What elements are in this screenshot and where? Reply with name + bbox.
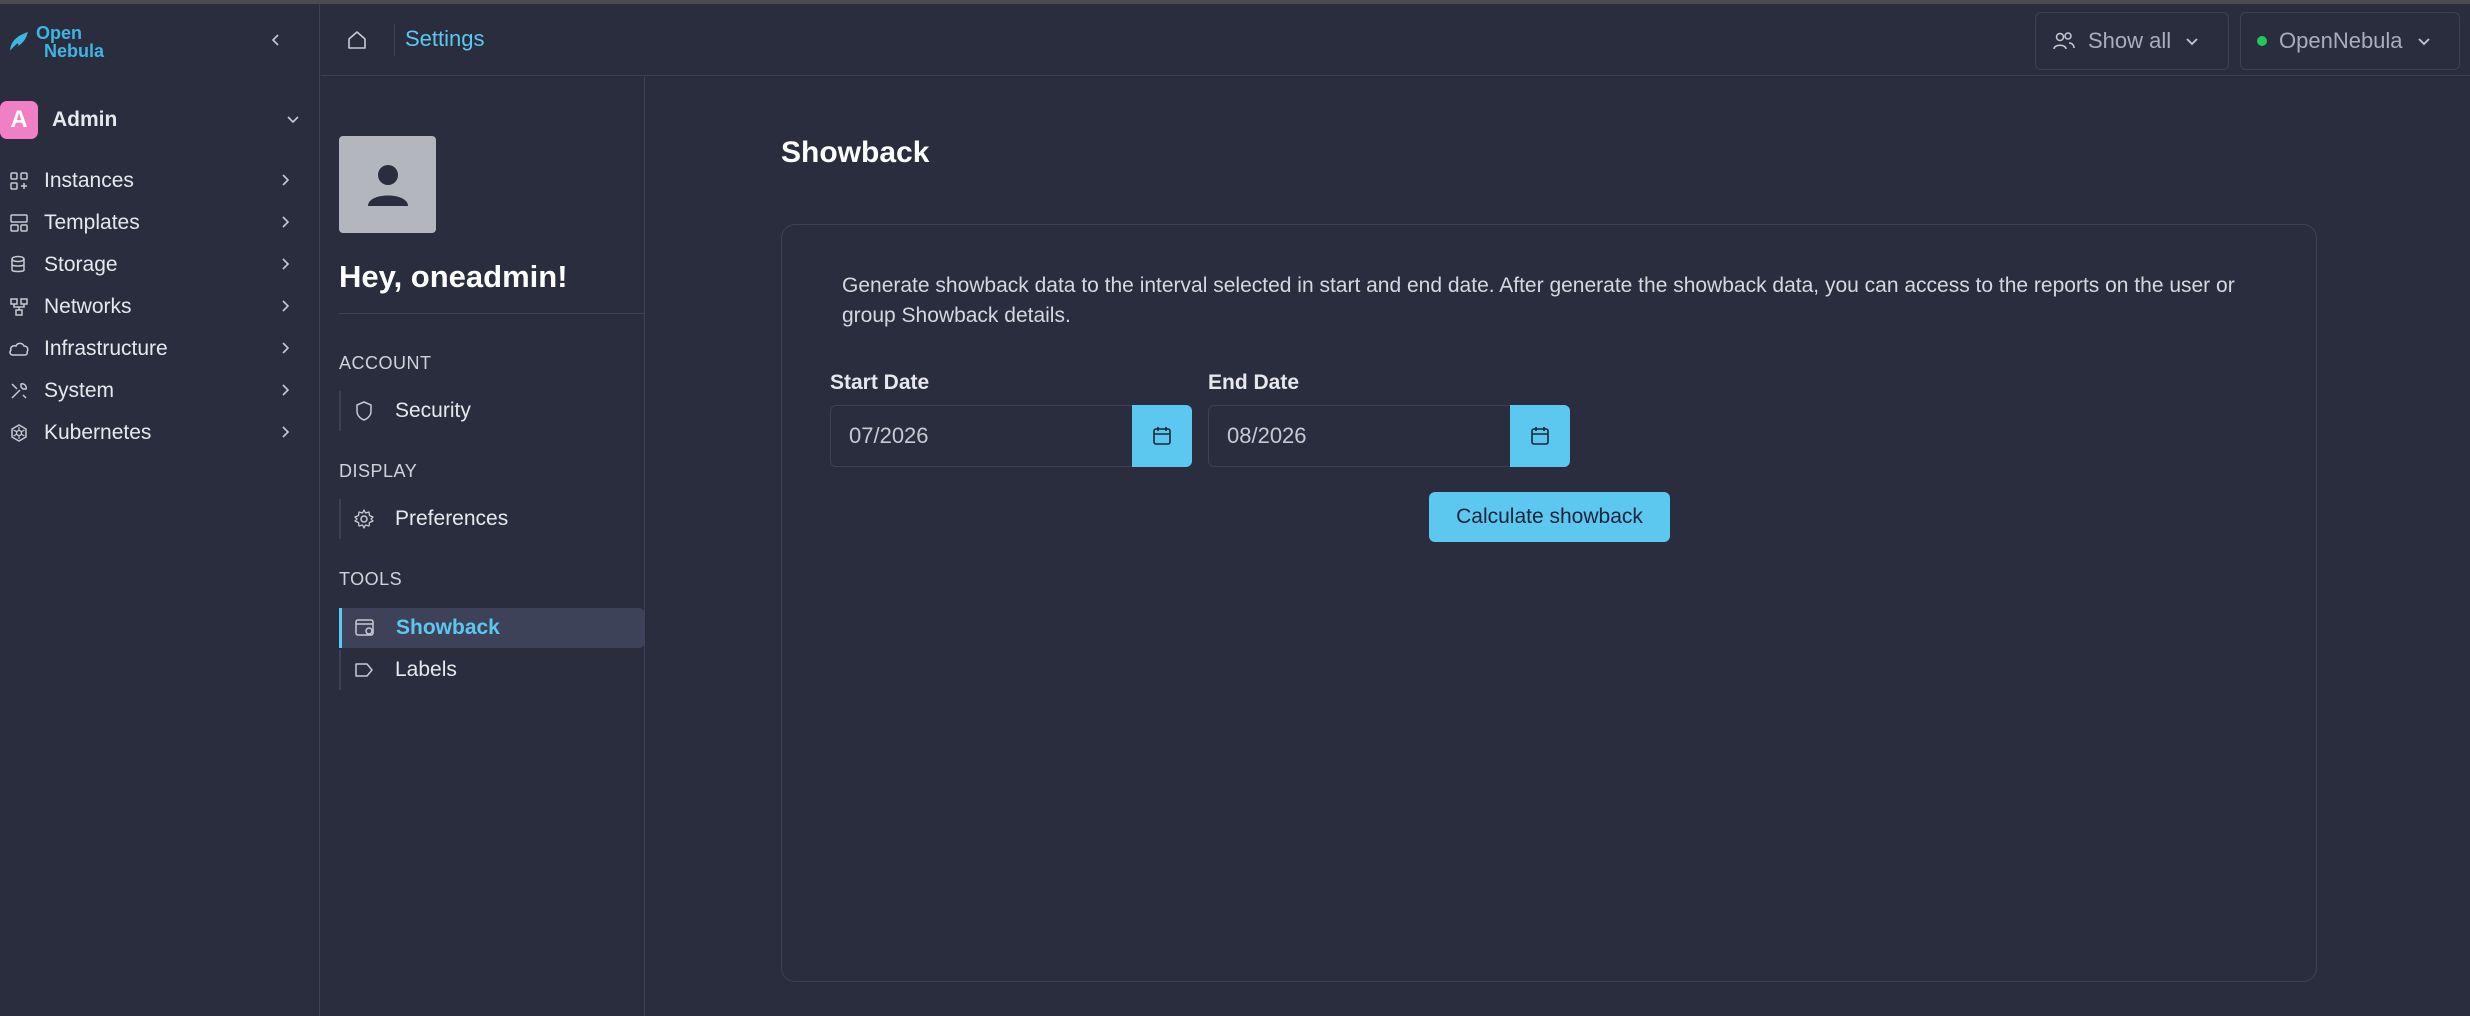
chevron-right-icon	[282, 174, 290, 186]
sidebar-item-label: Storage	[44, 253, 118, 276]
kubernetes-icon	[8, 422, 30, 444]
sidebar-item-label: Templates	[44, 211, 140, 234]
templates-icon	[8, 212, 30, 234]
chevron-down-icon	[2186, 38, 2198, 46]
logo-wordmark: Open Nebula	[36, 24, 104, 60]
main-sidebar: Open Nebula A Admin Instances Templates	[0, 4, 320, 1016]
divider	[339, 313, 645, 314]
zone-value: OpenNebula	[2279, 28, 2403, 53]
sidebar-item-system[interactable]: System	[0, 370, 310, 412]
chevron-right-icon	[282, 426, 290, 438]
calendar-icon	[1153, 427, 1171, 445]
zone-select[interactable]: OpenNebula	[2240, 12, 2460, 70]
end-date-input[interactable]	[1208, 405, 1510, 467]
section-title-account: ACCOUNT	[339, 353, 432, 373]
sidebar-item-infrastructure[interactable]: Infrastructure	[0, 328, 310, 370]
settings-item-showback[interactable]: Showback	[339, 608, 645, 648]
sidebar-item-instances[interactable]: Instances	[0, 160, 310, 202]
end-date-calendar-button[interactable]	[1510, 405, 1570, 467]
sidebar-item-kubernetes[interactable]: Kubernetes	[0, 412, 310, 454]
instances-icon	[8, 170, 30, 192]
logo-text-line1: Open	[36, 23, 83, 43]
start-date-label: Start Date	[830, 371, 930, 394]
zone-status-dot	[2257, 36, 2267, 46]
settings-item-label: Labels	[395, 658, 457, 681]
start-date-input[interactable]	[830, 405, 1132, 467]
sidebar-item-networks[interactable]: Networks	[0, 286, 310, 328]
chevron-right-icon	[282, 342, 290, 354]
showback-icon	[354, 617, 376, 639]
sidebar-item-label: System	[44, 379, 115, 402]
sidebar-item-label: Instances	[44, 169, 134, 192]
sidebar-item-label: Networks	[44, 295, 132, 318]
settings-item-security[interactable]: Security	[339, 391, 645, 431]
chevron-left-icon	[271, 34, 279, 46]
sidebar-item-storage[interactable]: Storage	[0, 244, 310, 286]
opennebula-logo-icon	[9, 32, 28, 53]
settings-item-preferences[interactable]: Preferences	[339, 499, 645, 539]
chevron-right-icon	[282, 258, 290, 270]
showback-description: Generate showback data to the interval s…	[842, 274, 2235, 327]
section-title-display: DISPLAY	[339, 461, 418, 481]
group-filter-value: Show all	[2088, 28, 2172, 53]
home-button[interactable]	[341, 24, 373, 56]
start-date-field	[830, 405, 1192, 467]
start-date-calendar-button[interactable]	[1132, 405, 1192, 467]
settings-item-label: Security	[395, 399, 471, 422]
profile-image[interactable]	[339, 136, 436, 233]
settings-item-label: Preferences	[395, 507, 509, 530]
breadcrumb[interactable]: Settings	[405, 26, 485, 52]
user-menu[interactable]: A Admin	[0, 100, 310, 140]
tools-icon	[8, 380, 30, 402]
main-nav: Instances Templates Storage Networks Inf…	[0, 160, 310, 454]
breadcrumb-divider	[394, 24, 395, 56]
sidebar-item-templates[interactable]: Templates	[0, 202, 310, 244]
chevron-right-icon	[282, 384, 290, 396]
section-title-tools: TOOLS	[339, 569, 403, 589]
settings-panel: Hey, oneadmin! ACCOUNT Security DISPLAY …	[321, 77, 645, 1016]
greeting: Hey, oneadmin!	[339, 259, 568, 294]
page-title: Showback	[781, 136, 930, 169]
opennebula-logo[interactable]: Open Nebula	[8, 22, 108, 62]
settings-item-labels[interactable]: Labels	[339, 650, 645, 690]
sidebar-item-label: Infrastructure	[44, 337, 168, 360]
storage-icon	[8, 254, 30, 276]
showback-card: Generate showback data to the interval s…	[781, 224, 2317, 982]
calendar-icon	[1531, 427, 1549, 445]
label-icon	[353, 659, 375, 681]
user-name: Admin	[52, 108, 118, 131]
home-icon	[348, 31, 366, 49]
shield-icon	[353, 400, 375, 422]
chevron-down-icon	[287, 116, 299, 124]
cloud-icon	[8, 338, 30, 360]
settings-item-label: Showback	[396, 616, 500, 639]
sidebar-item-label: Kubernetes	[44, 421, 152, 444]
top-bar: Settings Show all OpenNebula	[321, 4, 2470, 76]
end-date-label: End Date	[1208, 371, 1300, 394]
chevron-down-icon	[2417, 38, 2430, 46]
networks-icon	[8, 296, 30, 318]
logo-text-line2: Nebula	[44, 41, 105, 61]
avatar: A	[0, 101, 38, 139]
calculate-showback-button[interactable]: Calculate showback	[1429, 492, 1670, 542]
group-filter-select[interactable]: Show all	[2035, 12, 2229, 70]
chevron-right-icon	[282, 216, 290, 228]
gear-icon	[353, 508, 375, 530]
collapse-sidebar-button[interactable]	[262, 26, 290, 54]
user-avatar-icon	[367, 164, 408, 206]
end-date-field	[1208, 405, 1570, 467]
chevron-right-icon	[282, 300, 290, 312]
users-icon	[2053, 32, 2075, 50]
